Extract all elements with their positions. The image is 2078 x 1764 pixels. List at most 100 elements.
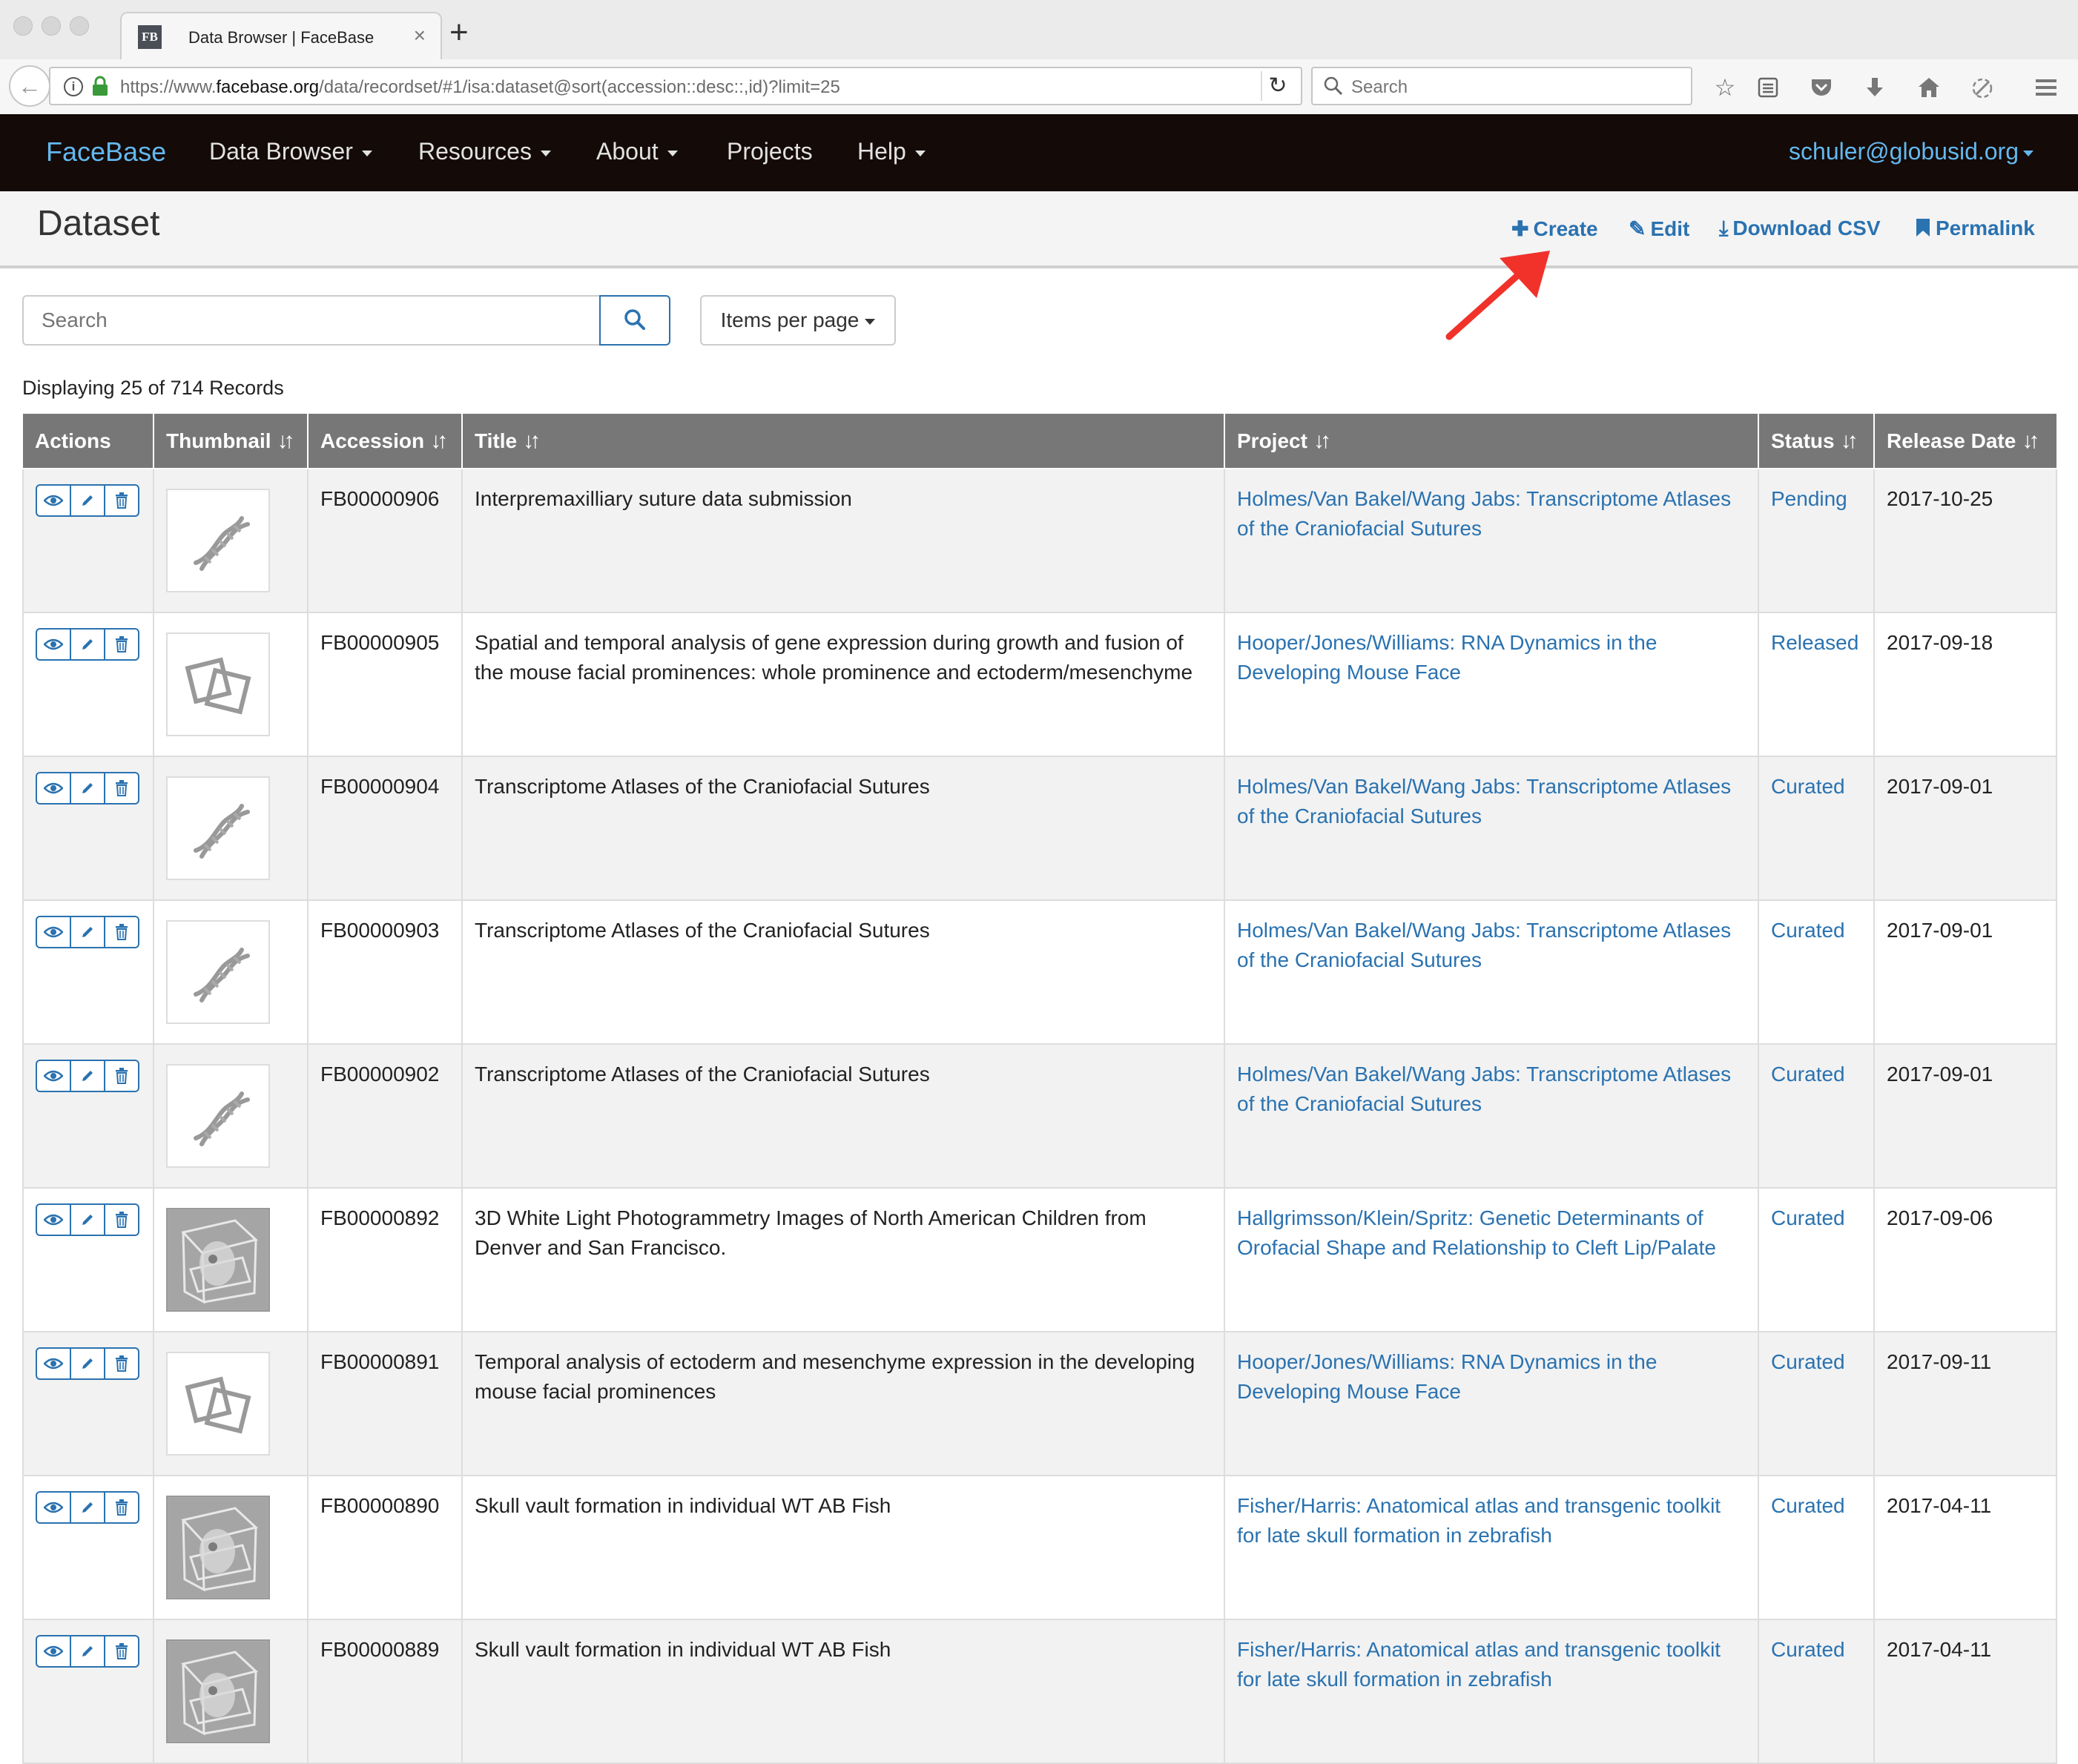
- sort-icon[interactable]: ↓↑: [2022, 429, 2039, 454]
- delete-button[interactable]: [105, 1205, 138, 1235]
- status-link[interactable]: Curated: [1771, 1494, 1845, 1517]
- project-link[interactable]: Hooper/Jones/Williams: RNA Dynamics in t…: [1237, 1350, 1657, 1403]
- status-link[interactable]: Curated: [1771, 919, 1845, 942]
- view-button[interactable]: [37, 630, 71, 659]
- back-arrow-icon[interactable]: ←: [9, 65, 50, 107]
- delete-button[interactable]: [105, 773, 138, 803]
- window-minimize-dot[interactable]: [42, 16, 61, 36]
- edit-row-button[interactable]: [71, 1493, 105, 1522]
- status-link[interactable]: Pending: [1771, 487, 1847, 510]
- delete-button[interactable]: [105, 630, 138, 659]
- status-link[interactable]: Curated: [1771, 1638, 1845, 1661]
- nav-about[interactable]: About: [596, 138, 678, 165]
- sort-icon[interactable]: ↓↑: [523, 429, 541, 454]
- column-header-accession[interactable]: Accession ↓↑: [307, 414, 463, 469]
- items-per-page-dropdown[interactable]: Items per page: [700, 295, 896, 346]
- browser-search-input[interactable]: [1351, 77, 1678, 98]
- sort-icon[interactable]: ↓↑: [1313, 429, 1331, 454]
- thumbnail[interactable]: [166, 1639, 270, 1743]
- column-header-status[interactable]: Status ↓↑: [1758, 414, 1875, 469]
- sort-icon[interactable]: ↓↑: [1841, 429, 1858, 454]
- window-zoom-dot[interactable]: [70, 16, 89, 36]
- view-button[interactable]: [37, 917, 71, 947]
- user-menu[interactable]: schuler@globusid.org: [1789, 138, 2034, 165]
- pocket-icon[interactable]: [1810, 76, 1833, 99]
- thumbnail[interactable]: [166, 489, 270, 592]
- edit-button[interactable]: ✎ Edit: [1629, 217, 1689, 241]
- delete-button[interactable]: [105, 917, 138, 947]
- column-header-project[interactable]: Project ↓↑: [1224, 414, 1759, 469]
- search-button[interactable]: [599, 295, 670, 346]
- delete-button[interactable]: [105, 1349, 138, 1378]
- status-link[interactable]: Curated: [1771, 775, 1845, 798]
- thumbnail[interactable]: [166, 1496, 270, 1599]
- edit-row-button[interactable]: [71, 486, 105, 515]
- create-button[interactable]: ✚ Create: [1511, 217, 1598, 241]
- thumbnail[interactable]: [166, 776, 270, 880]
- nav-data-browser[interactable]: Data Browser: [209, 138, 372, 165]
- download-icon[interactable]: [1863, 76, 1887, 99]
- view-button[interactable]: [37, 1636, 71, 1666]
- address-bar[interactable]: i https://www.facebase.org/data/recordse…: [49, 67, 1302, 105]
- project-link[interactable]: Holmes/Van Bakel/Wang Jabs: Transcriptom…: [1237, 1063, 1731, 1115]
- thumbnail[interactable]: [166, 1352, 270, 1456]
- project-link[interactable]: Holmes/Van Bakel/Wang Jabs: Transcriptom…: [1237, 487, 1731, 540]
- project-link[interactable]: Fisher/Harris: Anatomical atlas and tran…: [1237, 1638, 1721, 1691]
- status-link[interactable]: Curated: [1771, 1206, 1845, 1229]
- site-info-icon[interactable]: i: [64, 77, 83, 96]
- bookmark-star-icon[interactable]: ☆: [1710, 73, 1740, 102]
- delete-button[interactable]: [105, 486, 138, 515]
- view-button[interactable]: [37, 1349, 71, 1378]
- edit-row-button[interactable]: [71, 630, 105, 659]
- status-link[interactable]: Curated: [1771, 1063, 1845, 1086]
- view-button[interactable]: [37, 1205, 71, 1235]
- window-close-dot[interactable]: [13, 16, 33, 36]
- extension-icon[interactable]: [1970, 76, 1995, 101]
- column-header-release-date[interactable]: Release Date ↓↑: [1873, 414, 2056, 469]
- nav-help[interactable]: Help: [857, 138, 926, 165]
- view-button[interactable]: [37, 773, 71, 803]
- thumbnail[interactable]: [166, 1208, 270, 1312]
- nav-resources[interactable]: Resources: [418, 138, 551, 165]
- browser-search-box[interactable]: [1311, 67, 1692, 105]
- edit-row-button[interactable]: [71, 1349, 105, 1378]
- project-link[interactable]: Hooper/Jones/Williams: RNA Dynamics in t…: [1237, 631, 1657, 684]
- edit-row-button[interactable]: [71, 1205, 105, 1235]
- project-link[interactable]: Holmes/Van Bakel/Wang Jabs: Transcriptom…: [1237, 775, 1731, 828]
- sort-icon[interactable]: ↓↑: [430, 429, 448, 454]
- column-header-title[interactable]: Title ↓↑: [461, 414, 1225, 469]
- reload-icon[interactable]: ↻: [1261, 71, 1293, 101]
- facebase-brand-link[interactable]: FaceBase: [46, 136, 166, 168]
- browser-tab[interactable]: FB Data Browser | FaceBase ×: [120, 12, 442, 59]
- delete-button[interactable]: [105, 1061, 138, 1091]
- column-header-thumbnail[interactable]: Thumbnail ↓↑: [153, 414, 309, 469]
- tab-close-icon[interactable]: ×: [414, 24, 426, 47]
- nav-projects[interactable]: Projects: [727, 138, 813, 165]
- status-link[interactable]: Released: [1771, 631, 1858, 654]
- edit-row-button[interactable]: [71, 1636, 105, 1666]
- sort-icon[interactable]: ↓↑: [277, 429, 295, 454]
- project-link[interactable]: Holmes/Van Bakel/Wang Jabs: Transcriptom…: [1237, 919, 1731, 971]
- view-button[interactable]: [37, 1493, 71, 1522]
- project-link[interactable]: Hallgrimsson/Klein/Spritz: Genetic Deter…: [1237, 1206, 1716, 1259]
- download-csv-button[interactable]: ⤓ Download CSV: [1719, 217, 1881, 241]
- edit-row-button[interactable]: [71, 1061, 105, 1091]
- menu-icon[interactable]: [2034, 76, 2059, 99]
- delete-button[interactable]: [105, 1493, 138, 1522]
- reading-list-icon[interactable]: [1756, 76, 1780, 99]
- new-tab-button[interactable]: +: [449, 16, 469, 49]
- view-button[interactable]: [37, 1061, 71, 1091]
- thumbnail[interactable]: [166, 632, 270, 736]
- url-text[interactable]: https://www.facebase.org/data/recordset/…: [120, 77, 840, 98]
- project-link[interactable]: Fisher/Harris: Anatomical atlas and tran…: [1237, 1494, 1721, 1547]
- edit-row-button[interactable]: [71, 917, 105, 947]
- edit-row-button[interactable]: [71, 773, 105, 803]
- view-button[interactable]: [37, 486, 71, 515]
- home-icon[interactable]: [1916, 76, 1942, 99]
- thumbnail[interactable]: [166, 920, 270, 1024]
- delete-button[interactable]: [105, 1636, 138, 1666]
- permalink-button[interactable]: Permalink: [1915, 217, 2035, 240]
- status-link[interactable]: Curated: [1771, 1350, 1845, 1373]
- thumbnail[interactable]: [166, 1064, 270, 1168]
- search-input[interactable]: [22, 295, 601, 346]
